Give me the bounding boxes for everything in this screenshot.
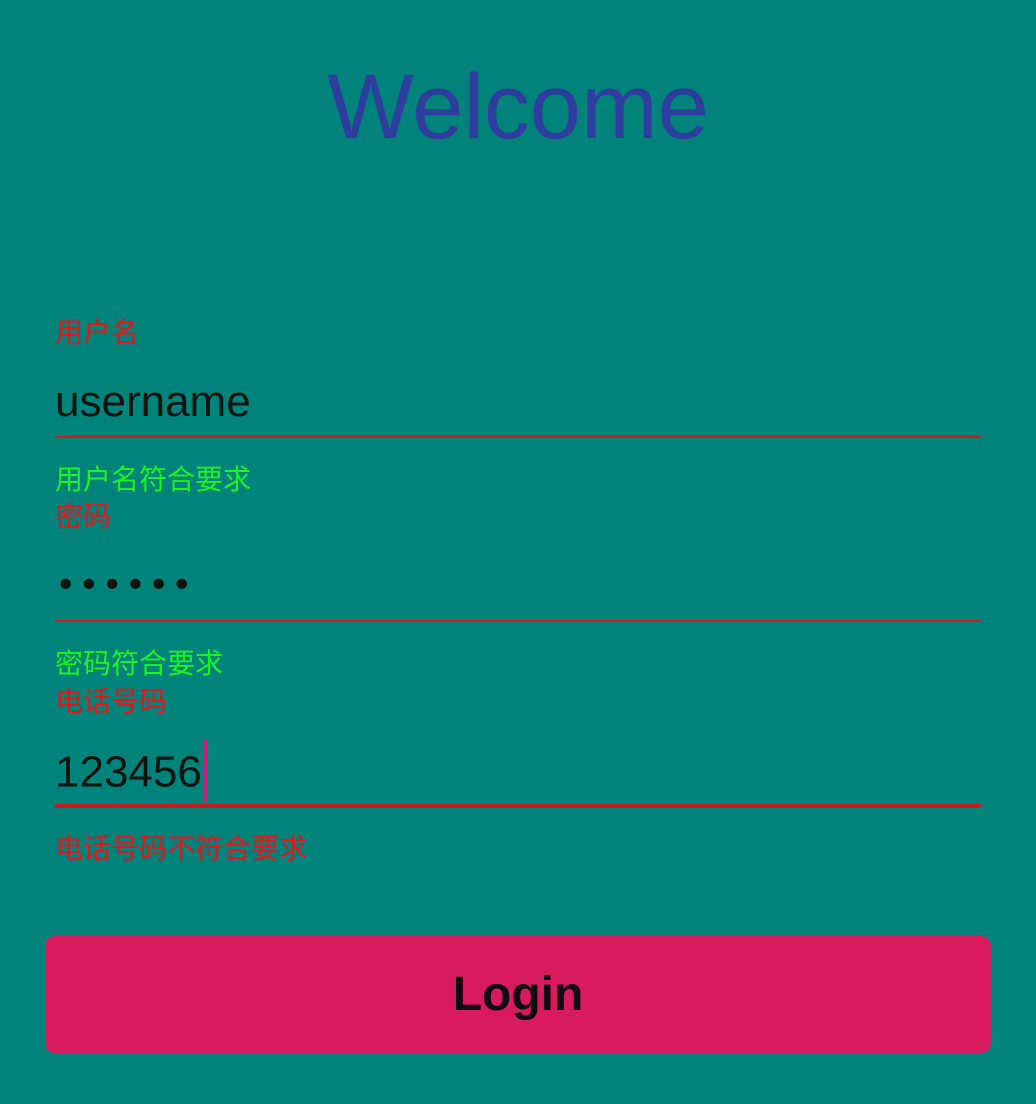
username-label: 用户名 (55, 316, 140, 349)
login-button[interactable]: Login (45, 936, 991, 1053)
text-cursor (203, 740, 207, 802)
phone-label: 电话号码 (55, 685, 168, 718)
password-input[interactable]: •••••• (55, 560, 194, 612)
login-button-label: Login (452, 968, 584, 1021)
password-label: 密码 (55, 500, 112, 533)
username-input[interactable]: username (55, 376, 251, 428)
phone-underline (55, 804, 981, 808)
password-underline (55, 620, 981, 622)
password-helper-text: 密码符合要求 (55, 647, 224, 680)
phone-input[interactable]: 123456 (55, 740, 207, 806)
page-title: Welcome (327, 56, 709, 158)
phone-error-text: 电话号码不符合要求 (55, 832, 308, 865)
phone-input-text: 123456 (55, 747, 202, 797)
username-underline (55, 436, 981, 438)
username-helper-text: 用户名符合要求 (55, 463, 252, 496)
